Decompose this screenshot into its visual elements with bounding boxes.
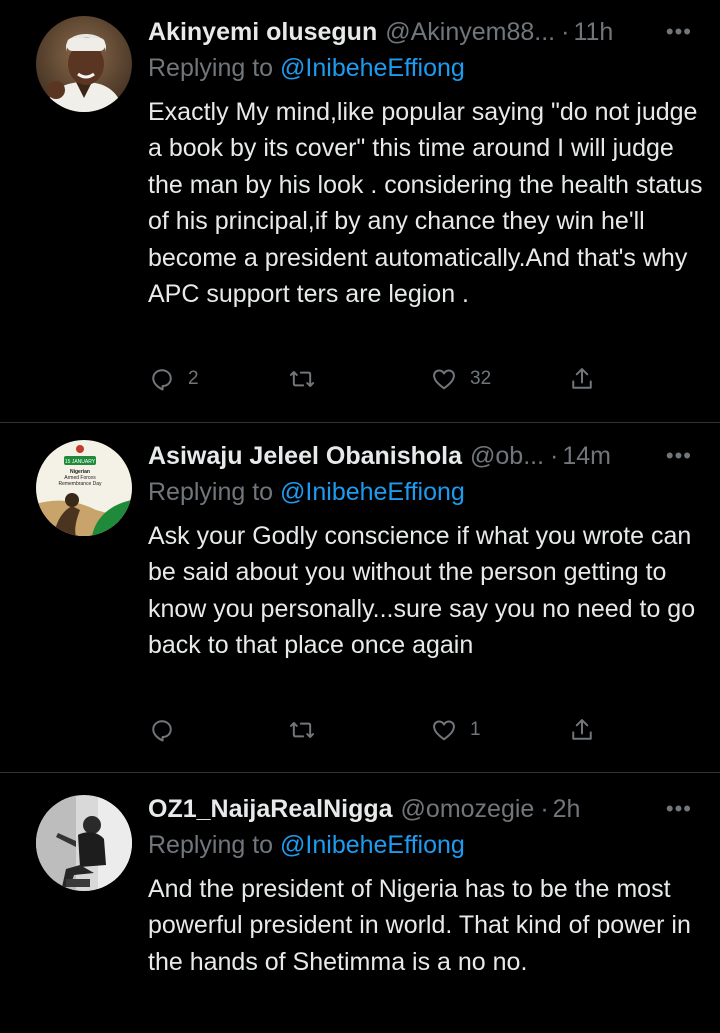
tweet-content: OZ1_NaijaRealNigga @omozegie · 2h ••• Re… [148,791,700,980]
tweet-header: OZ1_NaijaRealNigga @omozegie · 2h [148,791,700,827]
replying-prefix: Replying to [148,54,274,82]
tweet-actions: 2 32 [148,365,598,397]
tweet-header: Akinyemi olusegun @Akinyem88... · 11h [148,14,700,50]
separator-dot: · [550,442,559,470]
separator-dot: · [540,795,549,823]
replying-prefix: Replying to [148,478,274,506]
author-name[interactable]: Akinyemi olusegun [148,14,377,50]
reply-bubble-icon [152,720,172,742]
reply-button[interactable] [148,716,188,744]
replying-to: Replying to @InibeheEffiong [148,474,700,510]
like-count: 1 [470,719,481,740]
retweet-arrows-icon [289,722,315,738]
author-handle[interactable]: @omozegie [401,791,535,827]
like-button[interactable]: 1 [430,716,481,744]
badge-date: 15 JANUARY [65,459,96,465]
tweet-content: Asiwaju Jeleel Obanishola @ob... · 14m •… [148,438,700,742]
author-name[interactable]: OZ1_NaijaRealNigga [148,791,393,827]
avatar-remembrance-day-badge-icon: 15 JANUARY Nigerian Armed Forces Remembr… [36,440,132,536]
tweet-text: Ask your Godly conscience if what you wr… [148,522,696,660]
tweet-actions: 1 [148,716,598,748]
timestamp[interactable]: 11h [573,14,613,50]
author-name[interactable]: Asiwaju Jeleel Obanishola [148,438,462,474]
replying-prefix: Replying to [148,831,274,859]
like-count: 32 [470,368,492,389]
badge-line: Remembrance Day [58,481,102,487]
avatar[interactable]: 15 JANUARY Nigerian Armed Forces Remembr… [36,440,132,536]
mention-link[interactable]: @InibeheEffiong [280,831,465,859]
retweet-arrows-icon [289,371,315,387]
like-button[interactable]: 32 [430,365,491,393]
share-upload-icon [572,368,592,389]
tweet-text: Exactly My mind,like popular saying "do … [148,98,703,309]
tweet-content: Akinyemi olusegun @Akinyem88... · 11h ••… [148,14,703,391]
more-horizontal-icon[interactable]: ••• [666,791,692,827]
author-handle[interactable]: @Akinyem88... [385,14,555,50]
share-button[interactable] [568,365,596,393]
replying-to: Replying to @InibeheEffiong [148,50,700,86]
more-horizontal-icon[interactable]: ••• [666,438,692,474]
reply-button[interactable]: 2 [148,365,199,393]
avatar-man-seated-photo-icon [36,795,132,891]
timestamp[interactable]: 14m [562,438,611,474]
avatar[interactable] [36,795,132,891]
more-horizontal-icon[interactable]: ••• [666,14,692,50]
timestamp[interactable]: 2h [553,791,581,827]
heart-outline-icon [433,720,455,741]
tweet[interactable]: Akinyemi olusegun @Akinyem88... · 11h ••… [0,0,720,423]
share-upload-icon [572,719,592,740]
tweet[interactable]: OZ1_NaijaRealNigga @omozegie · 2h ••• Re… [0,773,720,1033]
retweet-button[interactable] [288,365,328,393]
author-handle[interactable]: @ob... [470,438,544,474]
reply-bubble-icon [152,369,172,391]
tweet-header: Asiwaju Jeleel Obanishola @ob... · 14m [148,438,700,474]
separator-dot: · [561,18,570,46]
retweet-button[interactable] [288,716,328,744]
tweet[interactable]: 15 JANUARY Nigerian Armed Forces Remembr… [0,423,720,773]
reply-count: 2 [188,368,199,389]
replying-to: Replying to @InibeheEffiong [148,827,700,863]
share-button[interactable] [568,716,596,744]
tweet-text: And the president of Nigeria has to be t… [148,875,691,976]
avatar-man-white-cap-icon [36,16,132,112]
avatar[interactable] [36,16,132,112]
heart-outline-icon [433,369,455,390]
mention-link[interactable]: @InibeheEffiong [280,54,465,82]
mention-link[interactable]: @InibeheEffiong [280,478,465,506]
